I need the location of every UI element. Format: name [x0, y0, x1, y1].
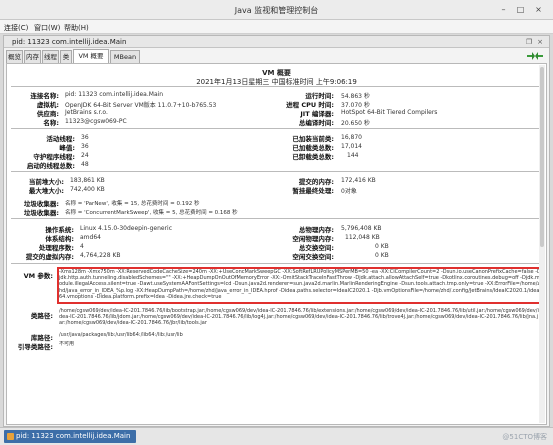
total-threads-value: 48 — [81, 161, 89, 168]
menu-bar: 连接(C) 窗口(W) 帮助(H) — [0, 20, 553, 34]
menu-window[interactable]: 窗口(W) — [34, 23, 60, 33]
scrollbar-thumb[interactable] — [540, 67, 544, 247]
total-physical-memory-value: 5,796,408 KB — [341, 225, 382, 232]
classpath-label: 类路径: — [30, 312, 53, 320]
menu-connection[interactable]: 连接(C) — [4, 23, 28, 33]
tab-overview[interactable]: 概览 — [6, 50, 23, 63]
unloaded-classes-label: 已卸载类总数: — [292, 153, 334, 161]
daemon-threads-value: 24 — [81, 152, 89, 159]
free-physical-memory-value: 112,048 KB — [345, 234, 380, 241]
peak-threads-value: 36 — [81, 143, 89, 150]
divider — [11, 128, 542, 129]
classpath-value: /home/cgsw069/dev/idea-IC-201.7846.76/li… — [59, 308, 539, 327]
frame-close-button[interactable]: × — [536, 38, 544, 46]
frame-taskbar: pid: 11323 com.intellij.idea.Main @51CTO… — [0, 427, 553, 445]
divider — [11, 263, 542, 264]
vm-args-value: -Xms128m -Xmx750m -XX:ReservedCodeCacheS… — [59, 269, 541, 300]
divider — [11, 86, 542, 87]
vm-args-label: VM 参数: — [23, 272, 53, 280]
heap-size-value: 183,861 KB — [70, 177, 105, 184]
max-heap-value: 742,400 KB — [70, 186, 105, 193]
watermark: @51CTO博客 — [502, 433, 547, 441]
tab-threads[interactable]: 线程 — [42, 50, 59, 63]
window-titlebar: Java 监视和管理控制台 – □ × — [0, 0, 553, 20]
gc-cms-label: 垃圾收集器: — [23, 209, 59, 217]
name-label: 名称: — [43, 119, 59, 127]
total-swap-value: 0 KB — [375, 243, 389, 250]
compile-time-label: 总编译时间: — [298, 119, 334, 127]
restore-button[interactable]: ❐ — [525, 38, 533, 46]
committed-memory-value: 172,416 KB — [341, 177, 376, 184]
gc-cms-value: 名称 = 'ConcurrentMarkSweep', 收集 = 5, 总花费时… — [65, 210, 238, 216]
total-loaded-classes-value: 17,014 — [341, 143, 362, 150]
name-value: 11323@cgsw069-PC — [65, 118, 127, 125]
tab-mbean[interactable]: MBean — [110, 50, 140, 63]
tab-memory[interactable]: 内存 — [24, 50, 41, 63]
total-threads-label: 启动的线程总数: — [26, 162, 75, 170]
uptime-value: 54.863 秒 — [341, 93, 370, 100]
live-threads-value: 36 — [81, 134, 89, 141]
committed-virtual-memory-value: 4,764,228 KB — [80, 252, 121, 259]
divider — [11, 171, 542, 172]
arch-value: amd64 — [80, 234, 101, 241]
vm-value: OpenJDK 64-Bit Server VM版本 11.0.7+10-b76… — [65, 102, 217, 109]
committed-virtual-memory-label: 提交的虚拟内存: — [25, 253, 74, 261]
gc-parnew-value: 名称 = 'ParNew', 收集 = 15, 总花费时间 = 0.192 秒 — [65, 201, 200, 207]
taskbar-connection-label: pid: 11323 com.intellij.idea.Main — [16, 432, 131, 440]
divider — [11, 218, 542, 219]
close-button[interactable]: × — [533, 4, 544, 15]
free-swap-label: 空闲交换空间: — [292, 253, 334, 261]
max-heap-label: 最大堆大小: — [28, 187, 64, 195]
boot-classpath-value: 不可用 — [59, 341, 75, 347]
vm-summary-panel: VM 概要 2021年1月13日星期三 中国标准时间 上午9:06:19 连接名… — [6, 63, 547, 425]
maximize-button[interactable]: □ — [515, 4, 526, 15]
pending-finalization-value: 0对象 — [341, 188, 357, 195]
tab-bar: 概览 内存 线程 类 VM 概要 MBean — [4, 49, 549, 63]
unloaded-classes-value: 144 — [347, 152, 359, 159]
compile-time-value: 20.650 秒 — [341, 120, 370, 127]
library-path-value: /usr/java/packages/lib:/usr/lib64:/lib64… — [59, 332, 183, 338]
connection-status-icon — [527, 52, 543, 60]
window-title: Java 监视和管理控制台 — [234, 6, 319, 15]
menu-help[interactable]: 帮助(H) — [64, 23, 89, 33]
minimize-button[interactable]: – — [498, 4, 509, 15]
tab-classes[interactable]: 类 — [60, 50, 72, 63]
cpu-time-value: 37.070 秒 — [341, 102, 370, 109]
connection-frame: pid: 11323 com.intellij.idea.Main ❐ × 概览… — [3, 35, 550, 427]
pending-finalization-label: 暂挂最终处理: — [292, 187, 334, 195]
java-cup-icon — [7, 433, 14, 440]
free-swap-value: 0 KB — [375, 252, 389, 259]
connection-frame-titlebar: pid: 11323 com.intellij.idea.Main ❐ × — [4, 36, 549, 48]
processors-value: 4 — [80, 243, 84, 250]
os-value: Linux 4.15.0-30deepin-generic — [80, 225, 173, 232]
taskbar-connection-item[interactable]: pid: 11323 com.intellij.idea.Main — [4, 430, 136, 443]
boot-classpath-label: 引导类路径: — [17, 343, 53, 351]
vendor-value: JetBrains s.r.o. — [65, 109, 108, 116]
loaded-classes-value: 16,870 — [341, 134, 362, 141]
connection-frame-title: pid: 11323 com.intellij.idea.Main — [12, 38, 127, 46]
connection-name-value: pid: 11323 com.intellij.idea.Main — [65, 91, 164, 98]
vertical-scrollbar[interactable] — [539, 65, 545, 423]
tab-vm-summary[interactable]: VM 概要 — [73, 49, 109, 63]
jit-compiler-value: HotSpot 64-Bit Tiered Compilers — [341, 109, 438, 116]
